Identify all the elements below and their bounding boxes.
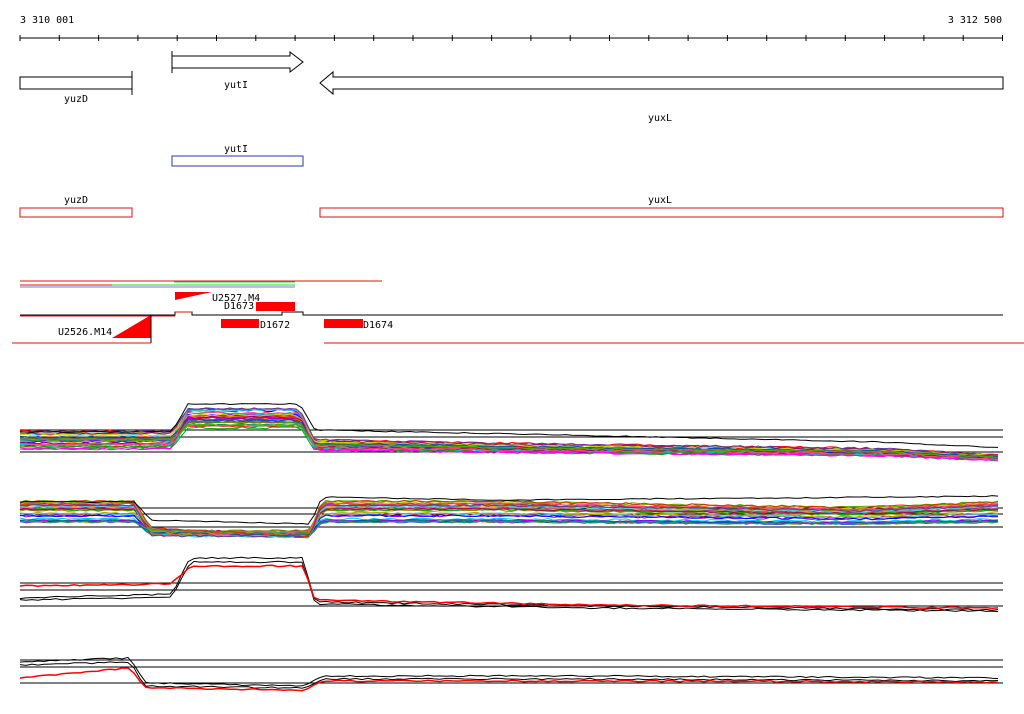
expression-track-2 <box>19 495 1003 539</box>
downstream-signal-D1674[interactable] <box>324 319 363 328</box>
transcript-label-yuzD: yuzD <box>64 195 88 206</box>
transcript-label-yuxL: yuxL <box>648 195 672 206</box>
gene-label-yutI: yutI <box>224 80 248 91</box>
ruler-start-label: 3 310 001 <box>20 15 74 26</box>
transcript-yuzD[interactable] <box>19 207 133 218</box>
transcript-yuxL[interactable] <box>319 207 1004 218</box>
expression-track-1 <box>19 402 1003 462</box>
transcript-yutI[interactable] <box>171 155 304 167</box>
gene-yutI[interactable]: yutI <box>171 50 304 91</box>
feature-track: U2527.M4 D1673 D1672 D1674 U2526.M14 <box>12 280 1024 344</box>
coordinate-ruler: 3 310 001 3 312 500 <box>19 15 1003 41</box>
downstream-label-D1673: D1673 <box>224 301 254 312</box>
upstream-signal-U2526[interactable] <box>112 315 151 338</box>
profile-line-red <box>19 564 999 610</box>
gene-yuxL[interactable]: yuxL <box>319 70 1004 124</box>
profile-line-black <box>19 560 999 613</box>
profile-line-black <box>19 661 999 689</box>
gene-label-yuxL: yuxL <box>648 113 672 124</box>
red-transcript-track: yuzD yuxL <box>19 195 1004 218</box>
blue-transcript-track: yutI <box>171 144 304 167</box>
downstream-signal-D1672[interactable] <box>221 319 259 328</box>
ruler-end-label: 3 312 500 <box>948 15 1002 26</box>
upstream-signal-U2527[interactable] <box>175 292 212 300</box>
genome-browser-view: 3 310 001 3 312 500 yuzD yutI yuxL yutI … <box>12 15 1024 692</box>
transcript-label-yutI: yutI <box>224 144 248 155</box>
downstream-label-D1674: D1674 <box>363 320 393 331</box>
downstream-label-D1672: D1672 <box>260 320 290 331</box>
gene-yuzD[interactable]: yuzD <box>19 71 133 105</box>
gene-track: yuzD yutI yuxL <box>19 50 1004 124</box>
gene-label-yuzD: yuzD <box>64 94 88 105</box>
expression-track-3 <box>19 556 1003 613</box>
upstream-label-U2526: U2526.M14 <box>58 327 112 338</box>
expression-track-4 <box>19 656 1003 692</box>
downstream-signal-D1673[interactable] <box>256 302 295 311</box>
